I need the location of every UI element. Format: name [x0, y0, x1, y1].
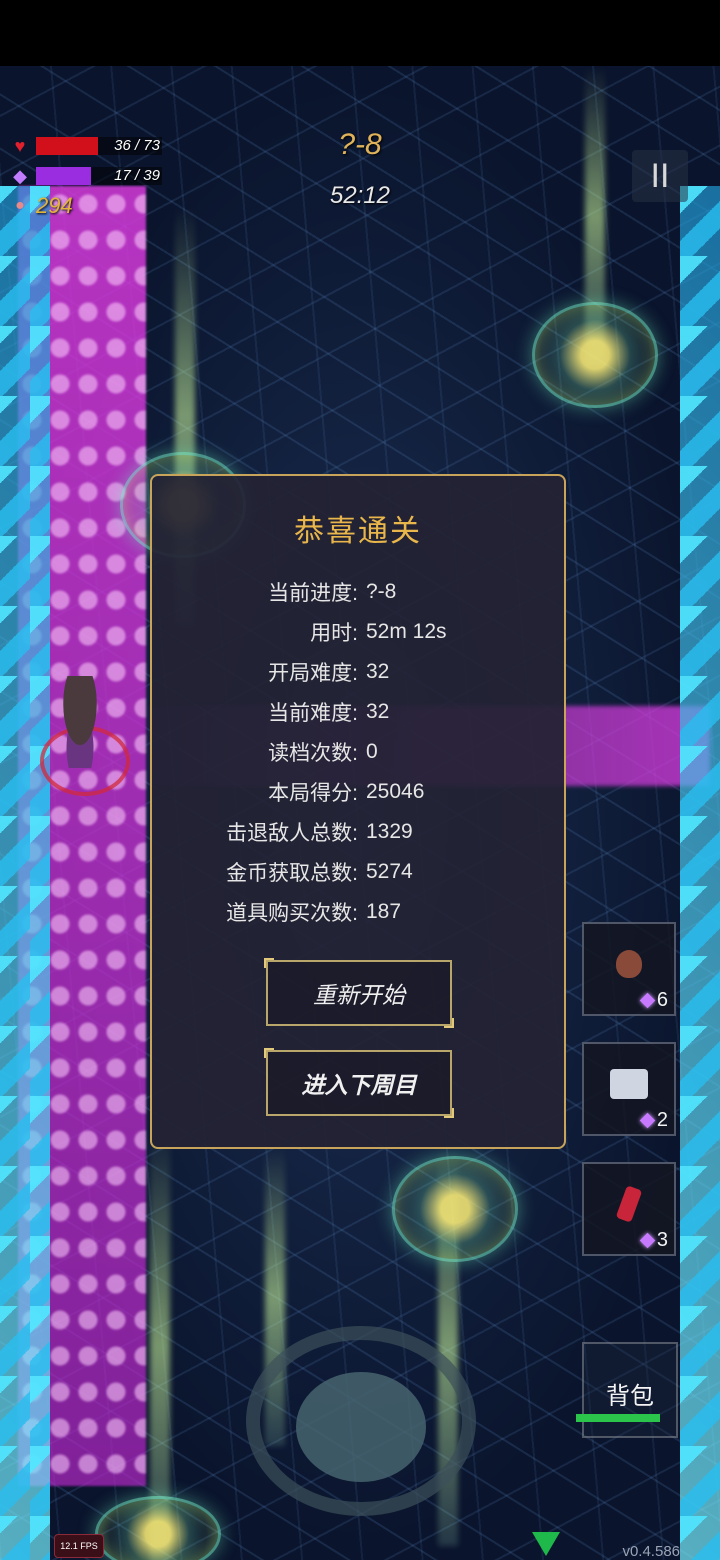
crystal-wall-right — [680, 186, 720, 1560]
player-character — [54, 676, 106, 768]
item-count-value: 3 — [656, 1229, 668, 1251]
item-count: 3 — [639, 1229, 668, 1252]
direction-arrow-icon — [532, 1532, 560, 1556]
item-count: 2 — [639, 1109, 668, 1132]
stat-label: 开局难度: — [268, 662, 358, 685]
stat-value: 25046 — [366, 780, 425, 803]
restart-button[interactable]: 重新开始 — [264, 958, 454, 1028]
mp-row: ◆ 17 / 39 — [8, 165, 162, 187]
timer-label: 52:12 — [329, 182, 391, 209]
level-label: ?-8 — [338, 128, 382, 161]
item-count: 6 — [639, 989, 668, 1012]
stat-row: 用时: 52m 12s — [152, 612, 564, 652]
stat-label: 用时: — [310, 622, 358, 645]
hp-row: ♥ 36 / 73 — [8, 135, 162, 157]
mp-bar: 17 / 39 — [36, 167, 162, 185]
hp-bar-fill — [36, 137, 99, 155]
stat-value: 32 — [366, 660, 390, 683]
crystal-wall-left — [0, 186, 50, 1560]
diamond-icon — [639, 1112, 656, 1129]
dialog-title: 恭喜通关 — [294, 515, 422, 548]
diamond-icon — [639, 1232, 656, 1249]
stats-list: 当前进度: ?-8 用时: 52m 12s 开局难度: 32 当前难度: 32 读档次数… — [152, 572, 564, 932]
stat-value: 52m 12s — [366, 620, 447, 643]
stat-row: 当前难度: 32 — [152, 692, 564, 732]
robot-icon — [610, 1068, 648, 1099]
item-count-value: 6 — [656, 989, 668, 1011]
mp-text: 17 / 39 — [114, 167, 160, 184]
stat-row: 本局得分: 25046 — [152, 772, 564, 812]
stat-row: 当前进度: ?-8 — [152, 572, 564, 612]
stat-value: ?-8 — [366, 580, 397, 603]
portal-circle — [392, 1156, 518, 1262]
stat-label: 金币获取总数: — [226, 862, 358, 885]
stat-row: 读档次数: 0 — [152, 732, 564, 772]
crystal-icon — [615, 1184, 643, 1223]
heart-icon: ♥ — [14, 135, 26, 156]
stat-value: 1329 — [366, 820, 413, 843]
stat-value: 32 — [366, 700, 390, 723]
stat-value: 0 — [366, 740, 378, 763]
version-label: v0.4.586 — [622, 1543, 680, 1560]
backpack-label: 背包 — [606, 1383, 654, 1410]
item-slot-3[interactable]: 3 — [582, 1162, 676, 1256]
stat-label: 读档次数: — [268, 742, 358, 765]
item-slot-1[interactable]: 6 — [582, 922, 676, 1016]
diamond-icon — [639, 992, 656, 1009]
item-slot-2[interactable]: 2 — [582, 1042, 676, 1136]
stat-label: 当前进度: — [268, 582, 358, 605]
item-count-value: 2 — [656, 1109, 668, 1131]
stat-label: 击退敌人总数: — [226, 822, 358, 845]
coins-count: 294 — [36, 193, 73, 218]
stat-label: 本局得分: — [268, 782, 358, 805]
joystick-knob[interactable] — [296, 1372, 426, 1482]
stat-row: 金币获取总数: 5274 — [152, 852, 564, 892]
hp-bar: 36 / 73 — [36, 137, 162, 155]
stat-row: 击退敌人总数: 1329 — [152, 812, 564, 852]
pause-button[interactable]: II — [632, 150, 688, 202]
next-cycle-button[interactable]: 进入下周目 — [264, 1048, 454, 1118]
jar-icon — [616, 949, 642, 978]
hp-text: 36 / 73 — [114, 137, 160, 154]
stat-value: 187 — [366, 900, 402, 923]
portal-circle — [532, 302, 658, 408]
coins-row: ● 294 — [8, 193, 73, 218]
pig-icon: ● — [15, 197, 25, 214]
stage-clear-dialog: 恭喜通关 当前进度: ?-8 用时: 52m 12s 开局难度: 32 当前难度: 32… — [150, 474, 566, 1149]
stat-row: 道具购买次数: 187 — [152, 892, 564, 932]
stat-label: 当前难度: — [268, 702, 358, 725]
backpack-button[interactable]: 背包 — [582, 1342, 678, 1438]
backpack-capacity-bar — [576, 1414, 660, 1422]
fps-counter: 12.1 FPS — [54, 1534, 104, 1558]
mp-bar-fill — [36, 167, 91, 185]
stat-row: 开局难度: 32 — [152, 652, 564, 692]
stat-value: 5274 — [366, 860, 413, 883]
diamond-icon: ◆ — [13, 165, 27, 186]
light-beam — [150, 1126, 170, 1560]
stat-label: 道具购买次数: — [226, 902, 358, 925]
